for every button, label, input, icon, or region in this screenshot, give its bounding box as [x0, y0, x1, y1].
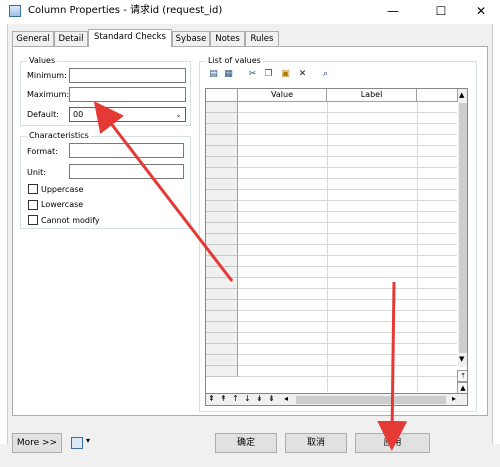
- annotation-arrows: [93, 101, 408, 451]
- arrow-to-apply-button: [377, 281, 408, 451]
- tab-standard-checks[interactable]: Standard Checks: [88, 29, 172, 47]
- arrow-to-default-field: [93, 101, 234, 282]
